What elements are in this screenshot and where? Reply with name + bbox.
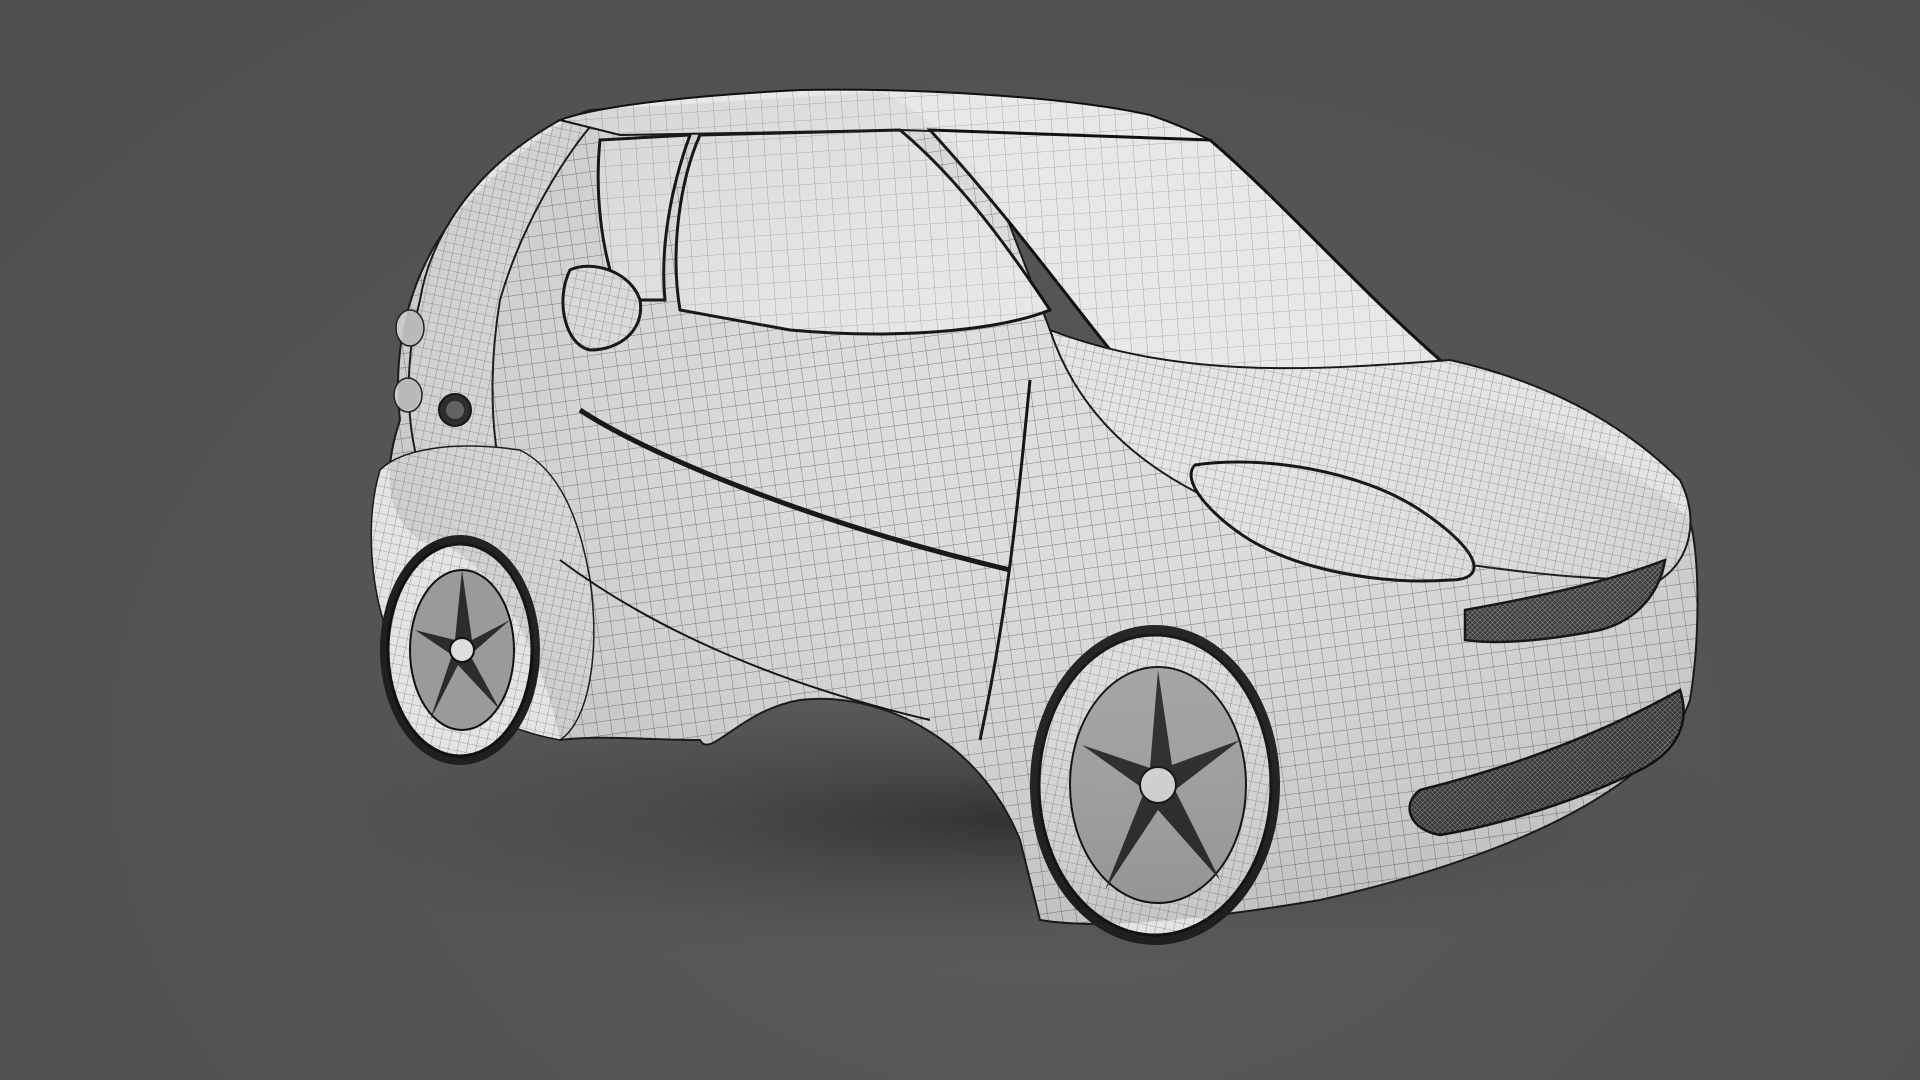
render-viewport: [0, 0, 1920, 1080]
car-render: [180, 88, 1820, 970]
